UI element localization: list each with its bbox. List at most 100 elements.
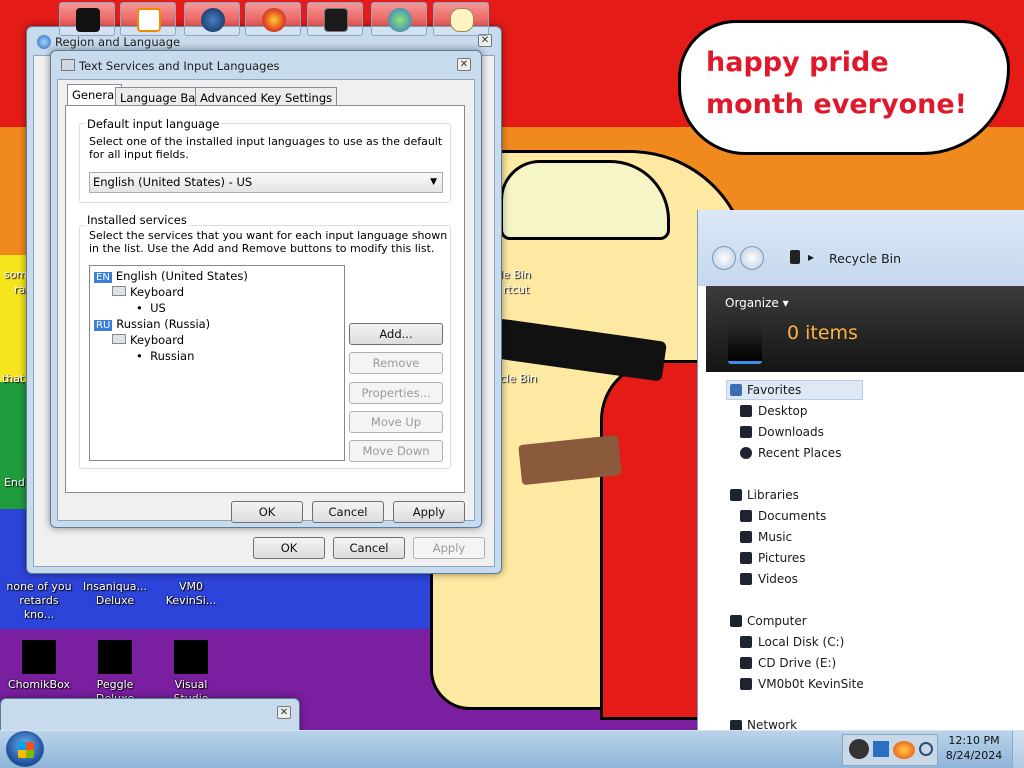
desktop-label-partial[interactable]: that bbox=[2, 372, 24, 385]
cancel-button[interactable]: Cancel bbox=[333, 537, 405, 559]
ok-button[interactable]: OK bbox=[231, 501, 303, 523]
peggle-icon bbox=[98, 640, 132, 674]
tree-item-layout-us[interactable]: • US bbox=[136, 301, 166, 315]
desktop-icon-visual-studio[interactable]: Visual Studio bbox=[156, 640, 226, 706]
apply-button[interactable]: Apply bbox=[393, 501, 465, 523]
desktop-icon-label: none of you retards kno... bbox=[6, 580, 72, 621]
taskbar-app[interactable] bbox=[433, 2, 489, 36]
move-down-button[interactable]: Move Down bbox=[349, 440, 443, 462]
bullet-icon: • bbox=[136, 301, 151, 315]
desktop-icon-peggle[interactable]: Peggle Deluxe bbox=[80, 640, 150, 706]
network-status-icon[interactable] bbox=[919, 742, 933, 756]
nav-cd-drive[interactable]: CD Drive (E:) bbox=[758, 656, 836, 670]
taskbar-app[interactable] bbox=[245, 2, 301, 36]
videos-icon bbox=[740, 573, 752, 585]
remove-button[interactable]: Remove bbox=[349, 352, 443, 374]
speech-bubble-icon bbox=[450, 8, 474, 32]
cd-drive-icon bbox=[740, 657, 752, 669]
text-services-dialog[interactable]: Text Services and Input Languages ✕ Gene… bbox=[50, 50, 482, 528]
tray-shield-icon[interactable] bbox=[873, 741, 889, 757]
nav-documents[interactable]: Documents bbox=[758, 509, 826, 523]
chevron-down-icon: ▾ bbox=[782, 296, 789, 310]
recent-places-icon bbox=[740, 447, 752, 459]
explorer-window-recycle-bin[interactable]: ▸ Recycle Bin Organize ▾ 0 items Favorit… bbox=[697, 210, 1024, 732]
show-desktop-button[interactable] bbox=[1012, 731, 1024, 768]
nav-pictures[interactable]: Pictures bbox=[758, 551, 806, 565]
nav-desktop[interactable]: Desktop bbox=[758, 404, 808, 418]
properties-button[interactable]: Properties... bbox=[349, 382, 443, 404]
monitor-icon bbox=[324, 8, 348, 32]
desktop-label-partial[interactable]: End bbox=[4, 476, 25, 489]
nav-favorites[interactable]: Favorites bbox=[747, 383, 801, 397]
close-icon[interactable]: ✕ bbox=[277, 706, 291, 719]
globe-icon bbox=[37, 35, 51, 49]
organize-menu[interactable]: Organize ▾ bbox=[725, 296, 789, 310]
taskbar-app[interactable] bbox=[371, 2, 427, 36]
language-badge-ru: RU bbox=[94, 320, 113, 331]
close-icon[interactable]: ✕ bbox=[457, 58, 471, 71]
nav-recent-places[interactable]: Recent Places bbox=[758, 446, 841, 460]
network-drive-icon bbox=[740, 678, 752, 690]
desktop-icon-label: VM0 KevinSi... bbox=[165, 580, 217, 607]
desktop-icon[interactable]: Insaniqua... Deluxe bbox=[80, 580, 150, 608]
desktop-label-partial[interactable]: rtcut bbox=[503, 283, 529, 296]
desktop-label-partial[interactable]: ra bbox=[14, 283, 25, 296]
nav-local-disk[interactable]: Local Disk (C:) bbox=[758, 635, 844, 649]
chomikbox-icon bbox=[22, 640, 56, 674]
tray-app-icon[interactable] bbox=[893, 741, 915, 759]
windows-logo-icon bbox=[18, 742, 34, 758]
taskbar-app[interactable] bbox=[307, 2, 363, 36]
default-language-legend: Default input language bbox=[85, 117, 222, 131]
nav-music[interactable]: Music bbox=[758, 530, 792, 544]
tree-item-label: Russian (Russia) bbox=[116, 317, 211, 331]
apply-button[interactable]: Apply bbox=[413, 537, 485, 559]
forward-icon[interactable] bbox=[740, 246, 764, 270]
installed-services-description: Select the services that you want for ea… bbox=[89, 229, 448, 255]
default-language-dropdown[interactable]: English (United States) - US ▼ bbox=[89, 172, 443, 193]
tree-item-keyboard[interactable]: Keyboard bbox=[112, 333, 184, 347]
nav-downloads[interactable]: Downloads bbox=[758, 425, 824, 439]
desktop-icon-chomikbox[interactable]: ChomikBox bbox=[4, 640, 74, 692]
start-button[interactable] bbox=[6, 731, 44, 767]
move-up-button[interactable]: Move Up bbox=[349, 411, 443, 433]
bullet-icon: • bbox=[136, 349, 151, 363]
tree-item-layout-russian[interactable]: • Russian bbox=[136, 349, 194, 363]
desktop-label-partial[interactable]: le Bin bbox=[500, 268, 531, 281]
installed-services-tree[interactable]: EN English (United States) Keyboard • US … bbox=[89, 265, 345, 461]
ok-button[interactable]: OK bbox=[253, 537, 325, 559]
firefox-icon bbox=[262, 8, 286, 32]
globe-icon bbox=[201, 8, 225, 32]
add-button[interactable]: Add... bbox=[349, 323, 443, 345]
desktop-icon[interactable]: VM0 KevinSi... bbox=[156, 580, 226, 608]
nav-computer[interactable]: Computer bbox=[747, 614, 807, 628]
default-language-value: English (United States) - US bbox=[93, 175, 253, 189]
visual-studio-icon bbox=[174, 640, 208, 674]
desktop-label-partial[interactable]: som bbox=[4, 268, 27, 281]
organize-label: Organize bbox=[725, 296, 779, 310]
network-globe-icon bbox=[388, 8, 412, 32]
cancel-button[interactable]: Cancel bbox=[312, 501, 384, 523]
star-icon bbox=[730, 384, 742, 396]
hard-drive-icon bbox=[740, 636, 752, 648]
taskbar-app[interactable] bbox=[184, 2, 240, 36]
installed-services-legend: Installed services bbox=[85, 213, 189, 227]
nav-videos[interactable]: Videos bbox=[758, 572, 798, 586]
taskbar-clock[interactable]: 12:10 PM 8/24/2024 bbox=[940, 733, 1008, 763]
tray-icon[interactable] bbox=[849, 739, 869, 759]
taskbar-app[interactable] bbox=[59, 2, 115, 36]
back-icon[interactable] bbox=[712, 246, 736, 270]
system-tray[interactable] bbox=[842, 734, 938, 766]
tree-item-label: English (United States) bbox=[115, 269, 248, 283]
desktop-icon[interactable]: none of you retards kno... bbox=[4, 580, 74, 622]
desktop-label-partial[interactable]: cle Bin bbox=[500, 372, 537, 385]
tree-item-keyboard[interactable]: Keyboard bbox=[112, 285, 184, 299]
music-icon bbox=[740, 531, 752, 543]
address-bar-location[interactable]: Recycle Bin bbox=[829, 251, 901, 266]
keyboard-icon bbox=[112, 286, 126, 296]
tree-item-english[interactable]: EN English (United States) bbox=[94, 269, 248, 283]
nav-libraries[interactable]: Libraries bbox=[747, 488, 799, 502]
nav-vm-site[interactable]: VM0b0t KevinSite bbox=[758, 677, 864, 691]
tree-item-russian[interactable]: RU Russian (Russia) bbox=[94, 317, 210, 331]
nav-network[interactable]: Network bbox=[747, 718, 797, 730]
taskbar-app[interactable] bbox=[120, 2, 176, 36]
